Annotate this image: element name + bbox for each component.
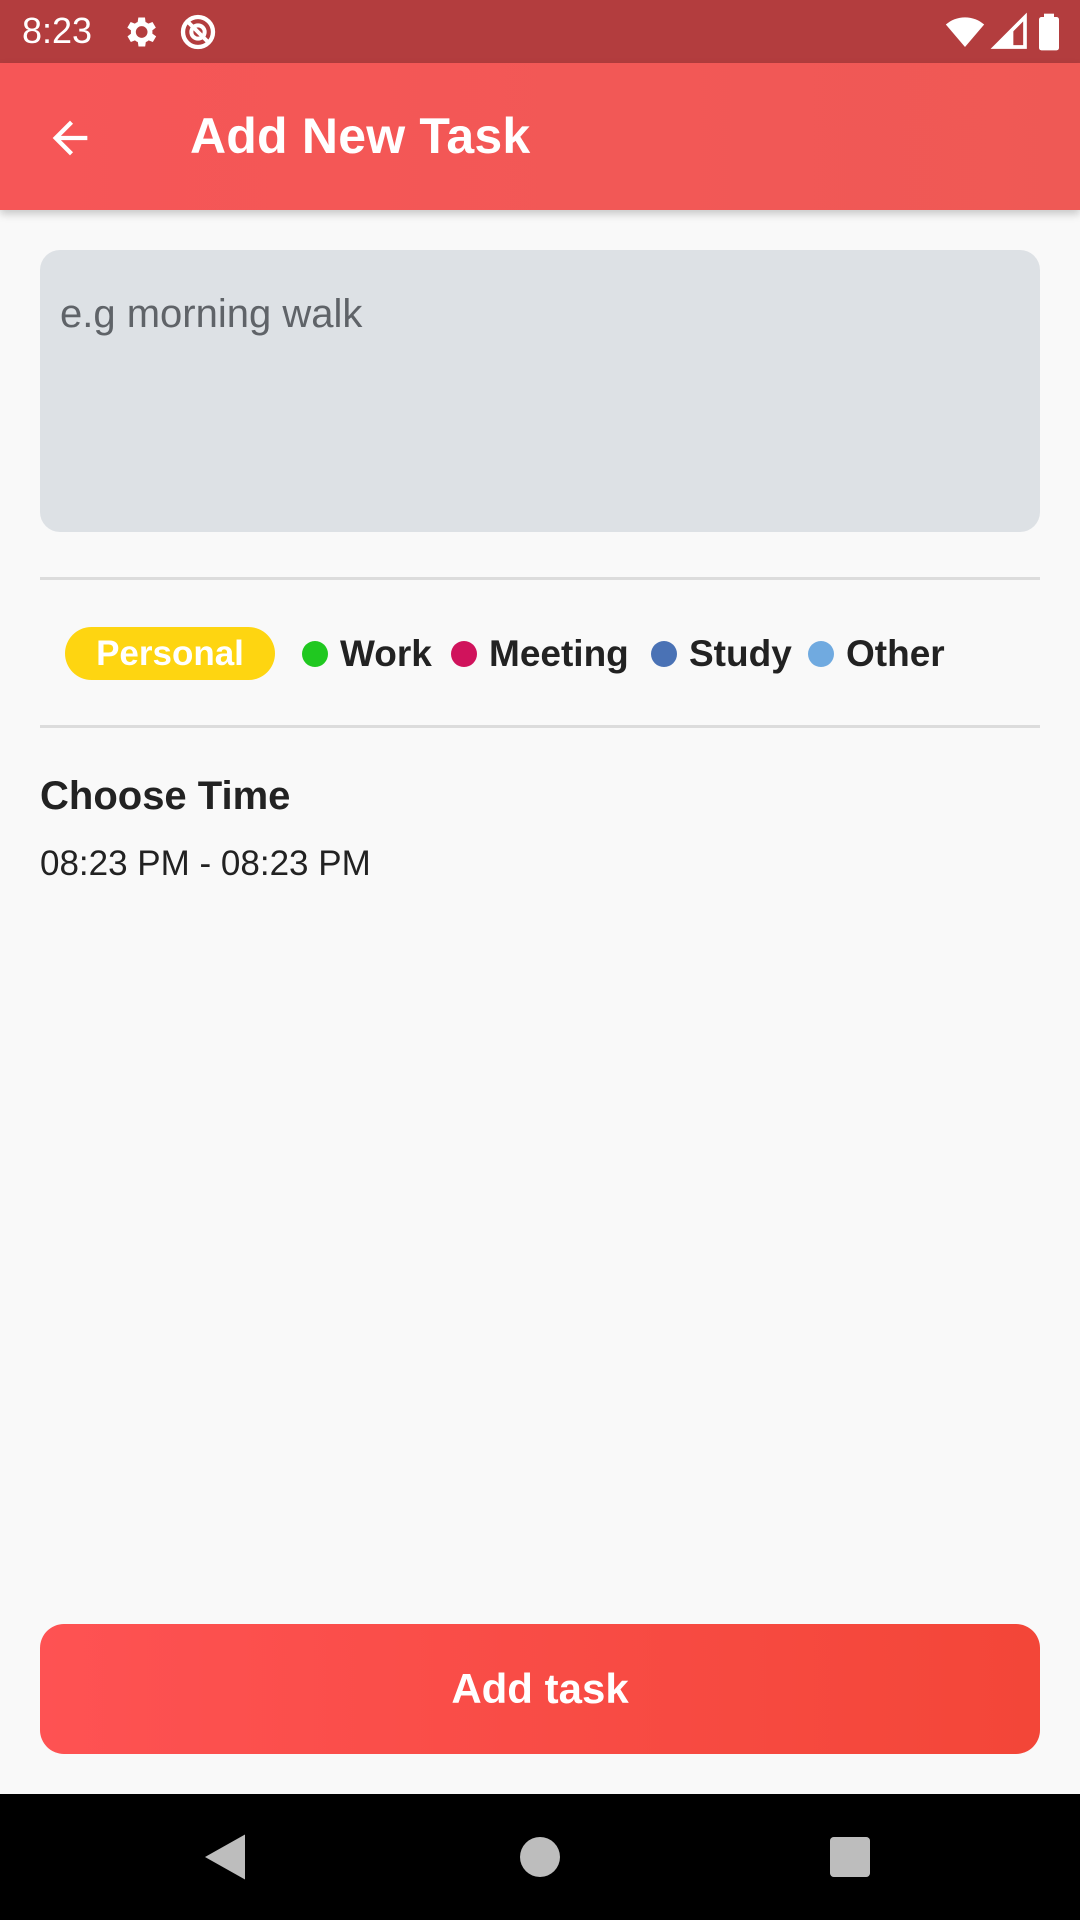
time-range-value[interactable]: 08:23 PM - 08:23 PM bbox=[40, 844, 371, 884]
settings-icon bbox=[120, 12, 160, 52]
back-triangle-icon[interactable] bbox=[195, 1827, 255, 1887]
category-option-meeting[interactable]: Meeting bbox=[451, 630, 629, 678]
task-name-input[interactable] bbox=[40, 250, 1040, 532]
choose-time-heading: Choose Time bbox=[40, 774, 291, 818]
status-bar: 8:23 bbox=[0, 0, 1080, 63]
category-label-other: Other bbox=[846, 633, 945, 674]
category-selector: Personal Work Meeting Study Other bbox=[0, 620, 1080, 686]
app-bar: Add New Task bbox=[0, 63, 1080, 210]
divider bbox=[40, 725, 1040, 728]
add-task-screen: 8:23 Add New Task Personal bbox=[0, 0, 1080, 1920]
page-title: Add New Task bbox=[190, 108, 531, 164]
signal-icon bbox=[990, 12, 1030, 52]
work-dot-icon bbox=[302, 641, 328, 667]
status-time: 8:23 bbox=[22, 10, 93, 51]
category-option-study[interactable]: Study bbox=[651, 630, 792, 678]
category-label-study: Study bbox=[689, 633, 792, 674]
category-label-work: Work bbox=[340, 633, 432, 674]
category-option-other[interactable]: Other bbox=[808, 630, 945, 678]
category-chip-personal[interactable]: Personal bbox=[65, 627, 275, 680]
recents-square-icon[interactable] bbox=[820, 1827, 880, 1887]
divider bbox=[40, 577, 1040, 580]
arrow-back-icon bbox=[52, 120, 88, 156]
home-circle-icon[interactable] bbox=[510, 1827, 570, 1887]
category-option-work[interactable]: Work bbox=[302, 630, 432, 678]
system-nav-bar bbox=[0, 1794, 1080, 1920]
no-disturb-icon bbox=[178, 12, 218, 52]
battery-icon bbox=[1036, 12, 1062, 52]
category-label-meeting: Meeting bbox=[489, 633, 629, 674]
other-dot-icon bbox=[808, 641, 834, 667]
meeting-dot-icon bbox=[451, 641, 477, 667]
wifi-icon bbox=[943, 12, 987, 52]
study-dot-icon bbox=[651, 641, 677, 667]
add-task-button[interactable]: Add task bbox=[40, 1624, 1040, 1754]
back-button[interactable] bbox=[40, 108, 100, 168]
